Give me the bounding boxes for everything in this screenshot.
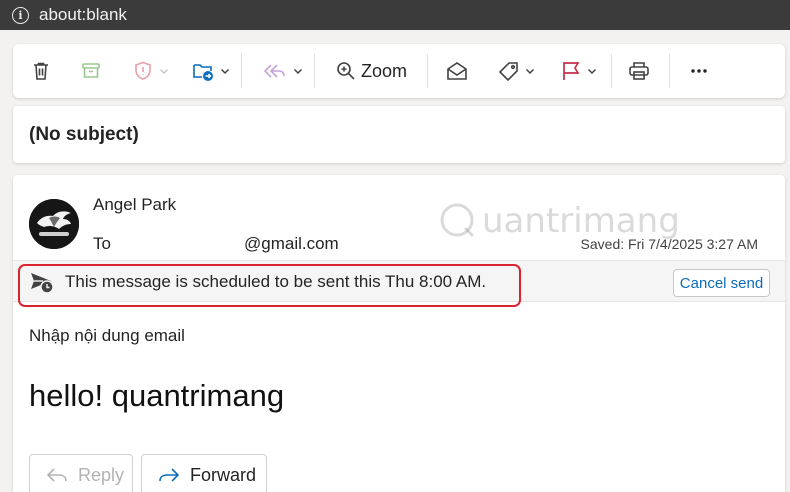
chevron-down-icon [525, 68, 535, 75]
recipient-email[interactable]: @gmail.com [244, 234, 339, 254]
tag-icon [498, 62, 518, 82]
reply-icon [46, 468, 67, 482]
toolbar-divider [314, 54, 315, 88]
forward-button[interactable]: Forward [141, 454, 267, 492]
toolbar-divider [611, 54, 612, 88]
toolbar-divider [427, 54, 428, 88]
chevron-down-icon [587, 68, 597, 75]
subject: (No subject) [29, 123, 139, 145]
toolbar-divider [669, 54, 670, 88]
info-icon[interactable]: i [12, 6, 29, 24]
chevron-down-icon [220, 68, 230, 75]
print-button[interactable] [625, 44, 653, 98]
address-url[interactable]: about:blank [39, 5, 127, 25]
archive-button[interactable] [77, 44, 105, 98]
zoom-button[interactable]: Zoom [331, 44, 411, 98]
watermark-logo: uantrimang [438, 197, 680, 245]
reply-all-icon [263, 64, 285, 78]
toolbar-divider [241, 54, 242, 88]
chevron-down-icon [293, 68, 303, 75]
forward-icon [159, 468, 180, 482]
flag-button[interactable] [555, 44, 603, 98]
archive-icon [82, 63, 100, 78]
report-icon [135, 61, 151, 80]
watermark-text: uantrimang [482, 201, 680, 241]
move-to-folder-button[interactable] [187, 44, 235, 98]
report-button[interactable] [127, 44, 175, 98]
body-text-large: hello! quantrimang [29, 378, 285, 413]
avatar[interactable] [29, 199, 79, 249]
reply-all-button[interactable] [259, 44, 307, 98]
delete-icon [34, 62, 48, 80]
reply-label: Reply [78, 464, 125, 485]
scheduled-send-icon [31, 273, 54, 294]
body-text-line: Nhập nội dung email [29, 326, 185, 345]
tag-button[interactable] [493, 44, 541, 98]
to-label: To [93, 234, 111, 253]
more-icon [691, 69, 707, 73]
mark-read-button[interactable] [443, 44, 471, 98]
message-toolbar: Zoom [13, 44, 785, 98]
schedule-banner: This message is scheduled to be sent thi… [13, 260, 785, 302]
forward-label: Forward [190, 464, 257, 485]
watermark-icon [440, 203, 475, 238]
move-to-folder-icon [193, 64, 213, 81]
reply-button[interactable]: Reply [29, 454, 133, 492]
more-actions-button[interactable] [685, 44, 713, 98]
mark-read-icon [447, 62, 467, 80]
zoom-icon [337, 62, 355, 80]
zoom-label: Zoom [360, 60, 407, 81]
cancel-send-button[interactable]: Cancel send [673, 269, 770, 297]
avatar-image [29, 199, 79, 249]
chevron-down-icon [159, 68, 169, 75]
flag-icon [563, 62, 580, 80]
delete-button[interactable] [27, 44, 55, 98]
address-bar[interactable]: i about:blank [0, 0, 790, 30]
schedule-notice: This message is scheduled to be sent thi… [65, 272, 487, 291]
print-icon [629, 62, 649, 80]
sender-name[interactable]: Angel Park [93, 195, 176, 215]
message-card: Angel Park To @gmail.com Saved: Fri 7/4/… [13, 175, 785, 492]
subject-card: (No subject) [13, 106, 785, 163]
